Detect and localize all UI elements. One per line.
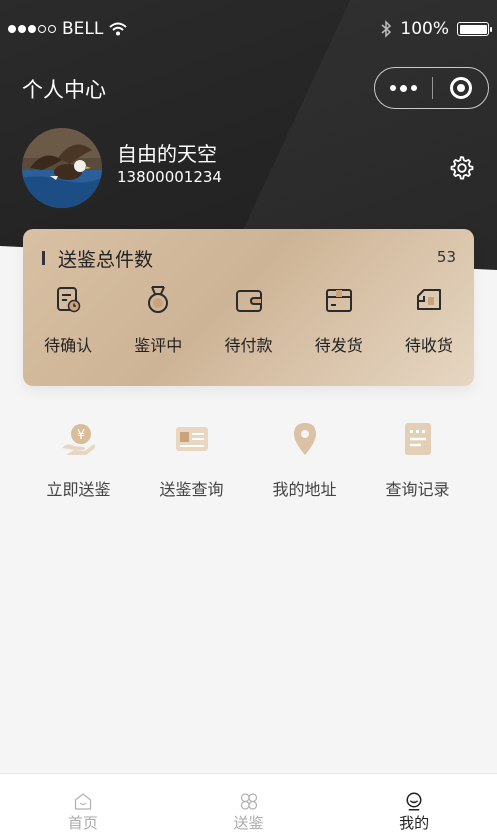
status-item-appraising[interactable]: 鉴评中 xyxy=(113,284,203,356)
tab-label: 送鉴 xyxy=(233,814,264,832)
func-my-address[interactable]: 我的地址 xyxy=(248,420,361,500)
battery-icon xyxy=(457,22,492,36)
func-label: 我的地址 xyxy=(272,480,337,499)
tab-appraisal[interactable]: 送鉴 xyxy=(166,774,332,833)
clipboard-clock-icon xyxy=(57,287,81,313)
wifi-icon xyxy=(109,22,128,36)
wallet-icon xyxy=(235,290,262,312)
summary-card-title: 送鉴总件数 xyxy=(58,249,154,271)
status-item-pending-confirm[interactable]: 待确认 xyxy=(23,284,113,356)
record-list-icon xyxy=(404,423,431,455)
yuan-hand-icon: ¥ xyxy=(61,424,95,455)
bluetooth-icon xyxy=(381,20,392,38)
svg-text:¥: ¥ xyxy=(76,428,84,443)
status-item-pending-shipment[interactable]: 待发货 xyxy=(294,284,384,356)
page-title: 个人中心 xyxy=(22,78,106,102)
username: 自由的天空 xyxy=(117,142,217,166)
gear-icon[interactable] xyxy=(447,154,475,182)
tab-home[interactable]: 首页 xyxy=(0,774,166,833)
close-miniprogram-button[interactable] xyxy=(433,77,488,99)
signal-icon xyxy=(8,25,56,33)
func-appraisal-query[interactable]: 送鉴查询 xyxy=(135,420,248,500)
target-icon xyxy=(449,77,472,99)
user-phone: 13800001234 xyxy=(117,168,222,186)
battery-percent: 100% xyxy=(400,19,449,39)
status-label: 待确认 xyxy=(44,336,93,355)
func-query-records[interactable]: 查询记录 xyxy=(361,420,474,500)
function-row: ¥ 立即送鉴 送鉴查询 我的地址 查询记录 xyxy=(22,420,474,500)
status-item-pending-receipt[interactable]: 待收货 xyxy=(384,284,474,356)
home-icon xyxy=(74,793,91,810)
miniprogram-capsule xyxy=(374,67,489,109)
status-bar-right: 100% xyxy=(380,19,492,39)
carrier-name: BELL xyxy=(62,19,104,39)
status-bar-left: BELL xyxy=(8,19,128,39)
box-icon xyxy=(325,289,352,312)
status-bar: BELL 100% xyxy=(0,0,497,58)
func-label: 立即送鉴 xyxy=(46,480,111,499)
status-label: 待收货 xyxy=(404,336,453,355)
profile-icon xyxy=(406,792,422,811)
order-status-row: 待确认 鉴评中 待付款 待发货 待收货 xyxy=(23,284,474,356)
tab-label: 我的 xyxy=(399,814,430,832)
summary-card: 送鉴总件数 53 待确认 鉴评中 待付款 待发货 待收货 xyxy=(23,229,474,386)
status-label: 鉴评中 xyxy=(134,336,183,355)
avatar[interactable] xyxy=(22,128,102,208)
func-label: 送鉴查询 xyxy=(159,480,224,499)
tab-mine[interactable]: 我的 xyxy=(331,774,497,833)
location-pin-icon xyxy=(293,423,316,455)
tab-label: 首页 xyxy=(67,814,98,832)
status-label: 待付款 xyxy=(224,336,273,355)
id-card-icon xyxy=(175,427,208,451)
tab-bar: 首页 送鉴 我的 xyxy=(0,773,497,833)
status-label: 待发货 xyxy=(314,336,363,355)
medal-icon xyxy=(148,286,169,313)
card-title-marker xyxy=(42,251,45,265)
status-item-pending-payment[interactable]: 待付款 xyxy=(203,284,293,356)
summary-card-count: 53 xyxy=(436,248,456,266)
truck-icon xyxy=(416,289,441,310)
avatar-image xyxy=(22,128,102,208)
grid-icon xyxy=(240,793,257,810)
func-submit-appraisal[interactable]: ¥ 立即送鉴 xyxy=(22,420,135,500)
func-label: 查询记录 xyxy=(385,480,450,499)
more-button[interactable] xyxy=(375,68,432,108)
